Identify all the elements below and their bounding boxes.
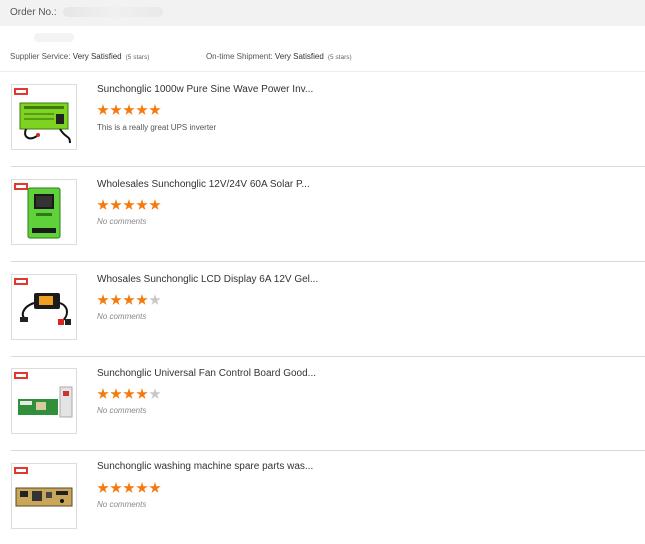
review-item: Whosales Sunchonglic LCD Display 6A 12V … <box>11 261 645 357</box>
star-filled-icon <box>149 199 161 210</box>
battery-charger-product-image[interactable] <box>11 274 77 340</box>
supplier-service-label: Supplier Service: <box>10 52 71 61</box>
review-rating <box>97 293 162 305</box>
review-rating <box>97 103 162 115</box>
star-filled-icon <box>136 482 148 493</box>
review-rating <box>97 198 162 210</box>
star-filled-icon <box>110 104 122 115</box>
star-filled-icon <box>110 482 122 493</box>
order-number-label: Order No.: <box>10 7 57 18</box>
supplier-service-stars: (5 stars) <box>125 54 150 61</box>
star-filled-icon <box>136 388 148 399</box>
redacted-text <box>34 33 74 42</box>
shipment-value: Very Satisfied <box>274 52 324 61</box>
inverter-product-image[interactable] <box>11 84 77 150</box>
review-product-title[interactable]: Sunchonglic washing machine spare parts … <box>97 461 313 472</box>
star-filled-icon <box>149 482 161 493</box>
review-comment: No comments <box>97 217 147 226</box>
solar-controller-product-image[interactable] <box>11 179 77 245</box>
review-rating <box>97 481 162 493</box>
review-product-title[interactable]: Sunchonglic Universal Fan Control Board … <box>97 368 316 379</box>
star-filled-icon <box>110 199 122 210</box>
review-item: Wholesales Sunchonglic 12V/24V 60A Solar… <box>11 166 645 262</box>
review-comment: No comments <box>97 312 147 321</box>
review-item: Sunchonglic washing machine spare parts … <box>11 449 645 544</box>
star-empty-icon <box>149 294 161 305</box>
review-item: Sunchonglic 1000w Pure Sine Wave Power I… <box>11 71 645 167</box>
star-filled-icon <box>123 294 135 305</box>
star-empty-icon <box>149 388 161 399</box>
shipment-label: On-time Shipment: <box>205 52 273 61</box>
review-comment: No comments <box>97 500 147 509</box>
star-filled-icon <box>97 482 109 493</box>
order-number-bar: Order No.: <box>0 0 645 26</box>
star-filled-icon <box>136 199 148 210</box>
star-filled-icon <box>136 104 148 115</box>
star-filled-icon <box>110 388 122 399</box>
star-filled-icon <box>97 199 109 210</box>
fan-control-board-product-image[interactable] <box>11 368 77 434</box>
supplier-ratings: Supplier Service: Very Satisfied (5 stars… <box>10 52 352 61</box>
star-filled-icon <box>123 199 135 210</box>
star-filled-icon <box>110 294 122 305</box>
review-product-title[interactable]: Wholesales Sunchonglic 12V/24V 60A Solar… <box>97 179 310 190</box>
star-filled-icon <box>149 104 161 115</box>
star-filled-icon <box>136 294 148 305</box>
review-comment: No comments <box>97 406 147 415</box>
star-filled-icon <box>123 482 135 493</box>
star-filled-icon <box>123 104 135 115</box>
order-number-redacted <box>62 7 163 18</box>
shipment-stars: (5 stars) <box>327 54 352 61</box>
review-product-title[interactable]: Whosales Sunchonglic LCD Display 6A 12V … <box>97 274 318 285</box>
review-comment: This is a really great UPS inverter <box>97 123 217 132</box>
star-filled-icon <box>97 388 109 399</box>
washing-machine-board-product-image[interactable] <box>11 463 77 529</box>
review-item: Sunchonglic Universal Fan Control Board … <box>11 355 645 451</box>
star-filled-icon <box>123 388 135 399</box>
star-filled-icon <box>97 294 109 305</box>
review-product-title[interactable]: Sunchonglic 1000w Pure Sine Wave Power I… <box>97 84 313 95</box>
review-rating <box>97 387 162 399</box>
supplier-service-value: Very Satisfied <box>72 52 122 61</box>
star-filled-icon <box>97 104 109 115</box>
